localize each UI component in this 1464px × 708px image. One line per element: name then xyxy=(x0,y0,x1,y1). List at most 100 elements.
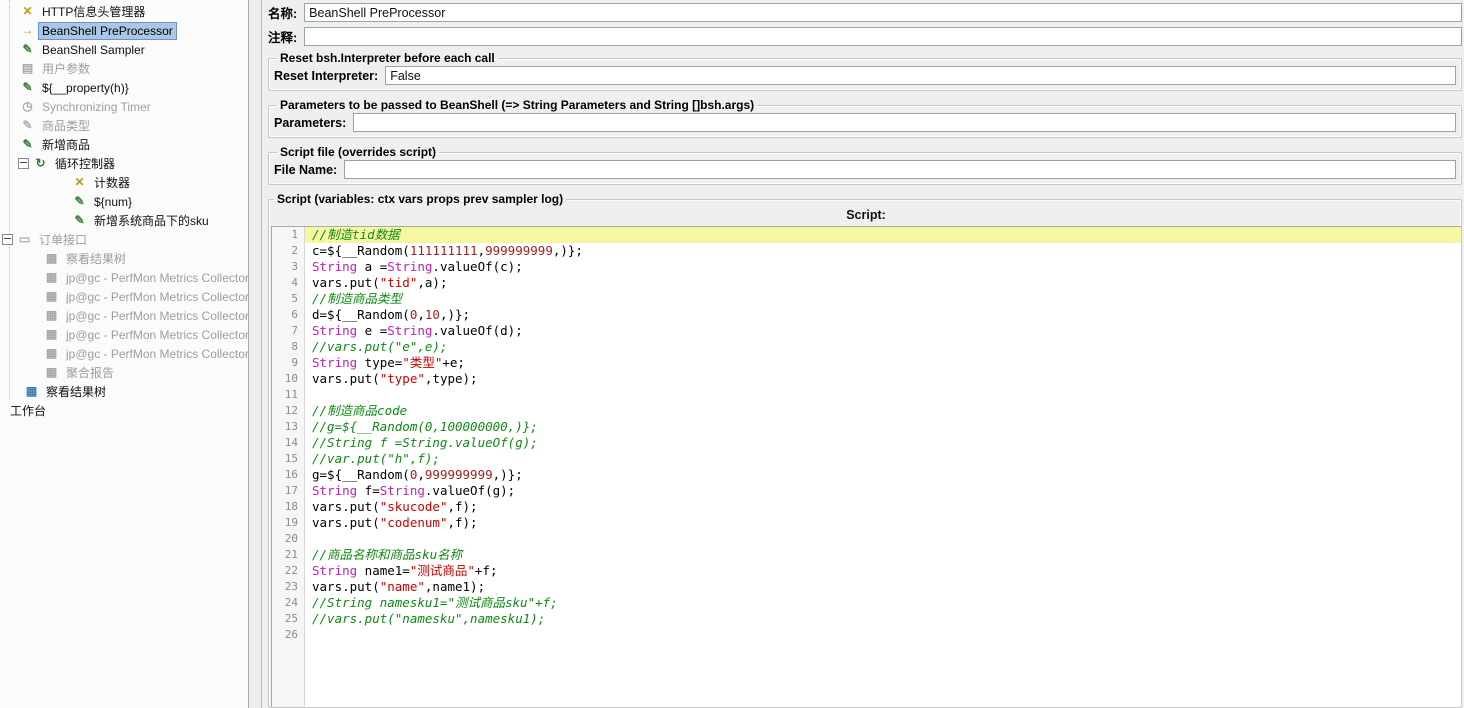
code-text: //vars.put("e",e); xyxy=(305,339,1461,355)
line-number: 15 xyxy=(272,451,305,467)
editor-empty-area xyxy=(272,643,1461,707)
tree-item[interactable]: ✎新增商品 xyxy=(0,135,248,154)
chart-icon: ▦ xyxy=(44,251,59,266)
tree-item[interactable]: ✎${num} xyxy=(0,192,248,211)
code-text: String name1="测试商品"+f; xyxy=(305,563,1461,579)
line-number: 17 xyxy=(272,483,305,499)
tree-item[interactable]: ▭订单接口 xyxy=(0,230,248,249)
code-line: 11 xyxy=(272,387,1461,403)
tree-item-label: 订单接口 xyxy=(35,229,91,250)
script-header: Script: xyxy=(271,206,1461,226)
tree-item[interactable]: →BeanShell PreProcessor xyxy=(0,21,248,40)
script-group: Script (variables: ctx vars props prev s… xyxy=(268,192,1462,708)
line-number: 21 xyxy=(272,547,305,563)
line-number: 23 xyxy=(272,579,305,595)
pencil-icon: ✎ xyxy=(72,213,87,228)
code-text: String a =String.valueOf(c); xyxy=(305,259,1461,275)
script-file-group-title: Script file (overrides script) xyxy=(277,145,439,159)
wrench-icon: ✕ xyxy=(20,4,35,19)
line-number: 18 xyxy=(272,499,305,515)
tree-item-label: jp@gc - PerfMon Metrics Collector xyxy=(62,326,249,344)
line-number: 19 xyxy=(272,515,305,531)
code-text: vars.put("codenum",f); xyxy=(305,515,1461,531)
script-editor[interactable]: 1//制造tid数据2c=${__Random(111111111,999999… xyxy=(271,226,1461,707)
split-divider[interactable] xyxy=(249,0,262,708)
tree-item[interactable]: ▦jp@gc - PerfMon Metrics Collector xyxy=(0,268,248,287)
chart-icon: ▦ xyxy=(44,308,59,323)
code-text: //制造tid数据 xyxy=(305,227,1461,243)
code-line: 16g=${__Random(0,999999999,)}; xyxy=(272,467,1461,483)
code-line: 24//String namesku1="测试商品sku"+f; xyxy=(272,595,1461,611)
code-text: vars.put("type",type); xyxy=(305,371,1461,387)
tree-expand-handle[interactable] xyxy=(2,234,13,245)
code-text: //String f =String.valueOf(g); xyxy=(305,435,1461,451)
code-text: //商品名称和商品sku名称 xyxy=(305,547,1461,563)
tree-expand-handle[interactable] xyxy=(18,158,29,169)
parameters-input[interactable] xyxy=(353,113,1456,132)
code-line: 19vars.put("codenum",f); xyxy=(272,515,1461,531)
code-line: 17String f=String.valueOf(g); xyxy=(272,483,1461,499)
name-input[interactable] xyxy=(304,3,1462,22)
code-text: //制造商品code xyxy=(305,403,1461,419)
tree-item[interactable]: ✕计数器 xyxy=(0,173,248,192)
parameters-group-title: Parameters to be passed to BeanShell (=>… xyxy=(277,98,757,112)
tree-item-label: jp@gc - PerfMon Metrics Collector xyxy=(62,269,249,287)
code-text: //String namesku1="测试商品sku"+f; xyxy=(305,595,1461,611)
pencil-icon: ✎ xyxy=(72,194,87,209)
tree-item[interactable]: ▦聚合报告 xyxy=(0,363,248,382)
chart-icon: ▦ xyxy=(44,289,59,304)
tree-item[interactable]: ▦jp@gc - PerfMon Metrics Collector xyxy=(0,306,248,325)
tree-item[interactable]: ▤用户参数 xyxy=(0,59,248,78)
code-text: String f=String.valueOf(g); xyxy=(305,483,1461,499)
tree-item-label: BeanShell PreProcessor xyxy=(38,22,177,40)
table-icon: ▤ xyxy=(20,61,35,76)
reset-interpreter-input[interactable] xyxy=(385,66,1456,85)
code-text xyxy=(305,627,1461,643)
tree-item[interactable]: ▦察看结果树 xyxy=(0,382,248,401)
tree-item[interactable]: ↻循环控制器 xyxy=(0,154,248,173)
pencil-icon: ✎ xyxy=(20,137,35,152)
code-line: 4vars.put("tid",a); xyxy=(272,275,1461,291)
line-number: 10 xyxy=(272,371,305,387)
chart-icon: ▦ xyxy=(44,270,59,285)
code-text: String e =String.valueOf(d); xyxy=(305,323,1461,339)
tree-item-label: 聚合报告 xyxy=(62,362,118,383)
code-line: 6d=${__Random(0,10,)}; xyxy=(272,307,1461,323)
tree-item[interactable]: ✎BeanShell Sampler xyxy=(0,40,248,59)
controller-icon: ▭ xyxy=(17,232,32,247)
file-name-input[interactable] xyxy=(344,160,1456,179)
code-text: //制造商品类型 xyxy=(305,291,1461,307)
tree-item-label: ${__property(h)} xyxy=(38,79,133,97)
code-line: 22String name1="测试商品"+f; xyxy=(272,563,1461,579)
code-text: //vars.put("namesku",namesku1); xyxy=(305,611,1461,627)
code-line: 8//vars.put("e",e); xyxy=(272,339,1461,355)
line-number: 9 xyxy=(272,355,305,371)
tree-item[interactable]: ▦jp@gc - PerfMon Metrics Collector xyxy=(0,344,248,363)
code-line: 5//制造商品类型 xyxy=(272,291,1461,307)
tree-item[interactable]: ◷Synchronizing Timer xyxy=(0,97,248,116)
test-plan-tree: ✕HTTP信息头管理器→BeanShell PreProcessor✎BeanS… xyxy=(0,0,249,708)
tree-item-label: jp@gc - PerfMon Metrics Collector xyxy=(62,307,249,325)
tree-item[interactable]: ✎${__property(h)} xyxy=(0,78,248,97)
file-name-row: File Name: xyxy=(274,160,1456,179)
tree-item[interactable]: ✎商品类型 xyxy=(0,116,248,135)
tree-item-label: 察看结果树 xyxy=(42,381,110,402)
beanshell-preprocessor-panel: 名称: 注释: Reset bsh.Interpreter before eac… xyxy=(262,0,1464,708)
tree-item[interactable]: 工作台 xyxy=(0,401,248,420)
tree-item-label: 新增系统商品下的sku xyxy=(90,210,213,231)
code-text: g=${__Random(0,999999999,)}; xyxy=(305,467,1461,483)
code-text xyxy=(305,531,1461,547)
line-number: 25 xyxy=(272,611,305,627)
tree-item[interactable]: ✎新增系统商品下的sku xyxy=(0,211,248,230)
comments-input[interactable] xyxy=(304,27,1462,46)
code-line: 13//g=${__Random(0,100000000,)}; xyxy=(272,419,1461,435)
name-label: 名称: xyxy=(268,3,297,22)
tree-item[interactable]: ▦jp@gc - PerfMon Metrics Collector xyxy=(0,287,248,306)
tree-item-label: jp@gc - PerfMon Metrics Collector xyxy=(62,288,249,306)
parameters-group: Parameters to be passed to BeanShell (=>… xyxy=(268,98,1462,138)
tree-item[interactable]: ▦察看结果树 xyxy=(0,249,248,268)
code-line: 9String type="类型"+e; xyxy=(272,355,1461,371)
tree-item-label: 察看结果树 xyxy=(62,248,130,269)
tree-item[interactable]: ▦jp@gc - PerfMon Metrics Collector xyxy=(0,325,248,344)
tree-item[interactable]: ✕HTTP信息头管理器 xyxy=(0,2,248,21)
